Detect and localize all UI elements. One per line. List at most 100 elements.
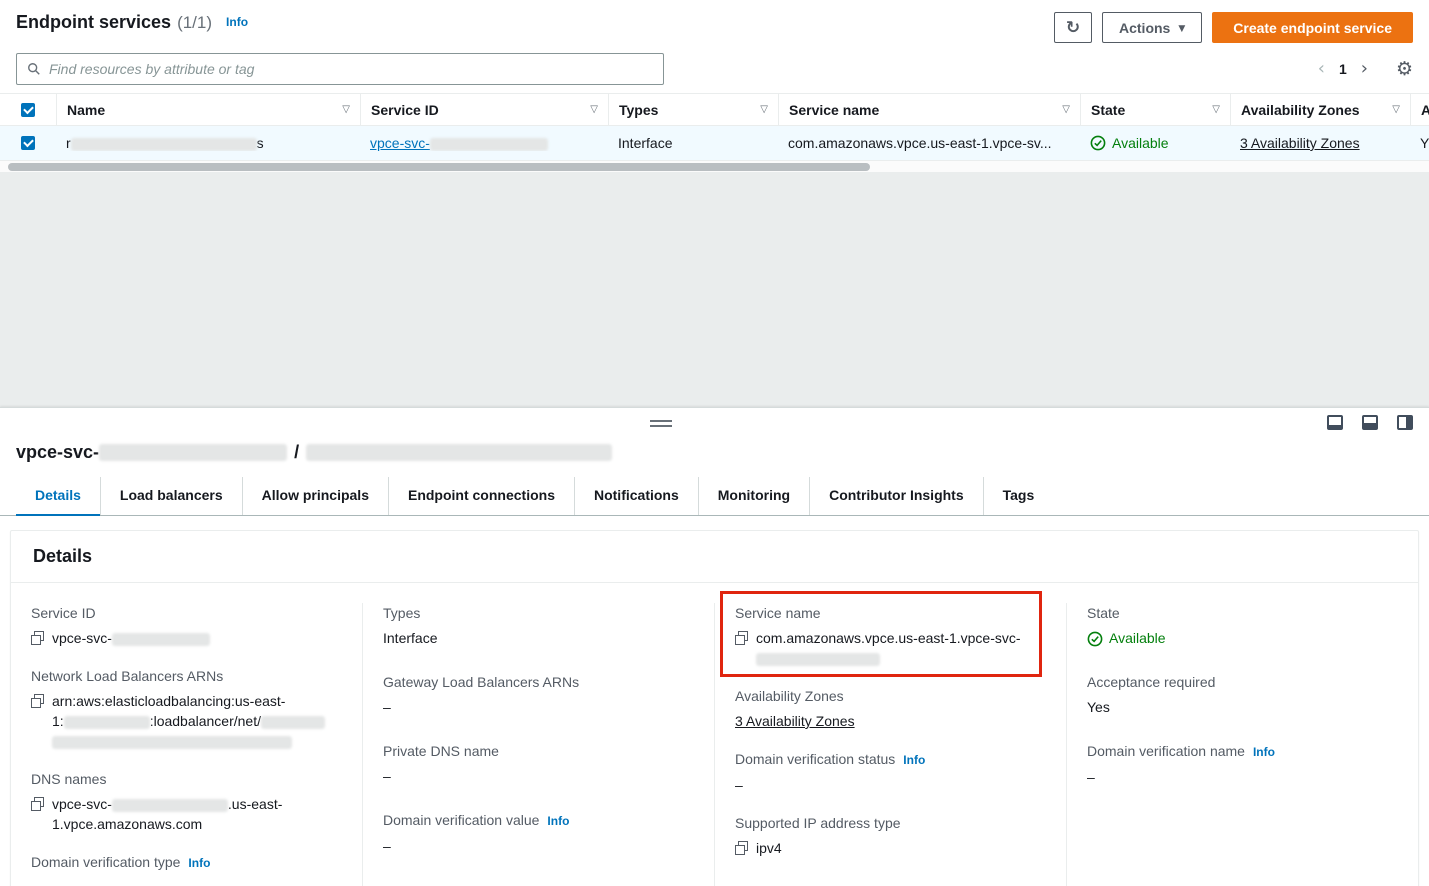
column-header-acceptance[interactable]: A [1410, 94, 1429, 125]
field-private-dns-name: Private DNS name – [383, 741, 694, 786]
scrollbar-thumb[interactable] [8, 163, 870, 171]
copy-icon[interactable] [31, 694, 44, 708]
actions-button[interactable]: Actions ▼ [1102, 12, 1202, 43]
toolbar: ↻ Actions ▼ Create endpoint service [1054, 12, 1413, 43]
search-input[interactable] [49, 61, 654, 77]
field-availability-zones: Availability Zones 3 Availability Zones [735, 686, 1046, 731]
field-service-name: Service name com.amazonaws.vpce.us-east-… [735, 603, 1046, 668]
redacted-text [71, 138, 257, 151]
info-link[interactable]: Info [226, 15, 248, 29]
search-icon [26, 62, 42, 76]
split-panel-header [0, 408, 1429, 440]
cell-service-name: com.amazonaws.vpce.us-east-1.vpce-sv... [778, 135, 1080, 151]
chevron-down-icon: ▼ [1178, 24, 1185, 34]
field-domain-verification-status: Domain verification statusInfo – [735, 749, 1046, 795]
service-id-link[interactable]: vpce-svc- [370, 135, 548, 151]
filter-icon[interactable]: ▽ [590, 104, 598, 115]
column-header-availability-zones[interactable]: Availability Zones▽ [1230, 94, 1410, 125]
detail-split-panel: vpce-svc- / Details Load balancers Allow… [0, 407, 1429, 886]
horizontal-scrollbar[interactable] [0, 161, 1429, 173]
refresh-icon: ↻ [1066, 18, 1080, 38]
cell-service-id: vpce-svc- [360, 135, 608, 151]
tab-load-balancers[interactable]: Load balancers [100, 477, 242, 515]
column-header-service-name[interactable]: Service name▽ [778, 94, 1080, 125]
info-link[interactable]: Info [1253, 745, 1275, 759]
endpoint-services-list-section: Endpoint services (1/1) Info ↻ Actions ▼… [0, 0, 1429, 173]
details-card-title: Details [11, 531, 1418, 583]
pagination: ‹ 1 › ⚙ [1318, 58, 1413, 80]
table-row[interactable]: rs vpce-svc- Interface com.amazonaws.vpc… [0, 126, 1429, 161]
filter-icon[interactable]: ▽ [1062, 104, 1070, 115]
tab-monitoring[interactable]: Monitoring [698, 477, 809, 515]
details-column-3: Service name com.amazonaws.vpce.us-east-… [714, 603, 1066, 886]
detail-tabs: Details Load balancers Allow principals … [0, 477, 1429, 516]
settings-gear-icon[interactable]: ⚙ [1396, 58, 1413, 80]
actions-button-label: Actions [1119, 20, 1170, 36]
cell-availability-zones: 3 Availability Zones [1230, 135, 1410, 151]
column-header-types[interactable]: Types▽ [608, 94, 778, 125]
panel-position-bottom-half-icon[interactable] [1362, 415, 1378, 430]
tab-tags[interactable]: Tags [983, 477, 1054, 515]
column-header-state[interactable]: State▽ [1080, 94, 1230, 125]
field-domain-verification-name: Domain verification nameInfo – [1087, 741, 1398, 787]
field-glb-arns: Gateway Load Balancers ARNs – [383, 672, 694, 717]
details-column-1: Service ID vpce-svc- Network Load Balanc… [11, 603, 362, 886]
field-service-id: Service ID vpce-svc- [31, 603, 342, 648]
field-domain-verification-value: Domain verification valueInfo – [383, 810, 694, 856]
redacted-text [306, 444, 612, 461]
search-box[interactable] [16, 53, 664, 85]
redacted-text [112, 799, 228, 812]
details-column-4: State Available Acceptance required [1066, 603, 1418, 886]
refresh-button[interactable]: ↻ [1054, 12, 1092, 43]
copy-icon[interactable] [735, 841, 748, 855]
redacted-text [430, 138, 548, 151]
tab-allow-principals[interactable]: Allow principals [242, 477, 388, 515]
field-state: State Available [1087, 603, 1398, 648]
info-link[interactable]: Info [188, 856, 210, 870]
filter-icon[interactable]: ▽ [1392, 104, 1400, 115]
page-title: Endpoint services (1/1) Info [16, 12, 248, 33]
info-link[interactable]: Info [547, 814, 569, 828]
copy-icon[interactable] [31, 797, 44, 811]
create-endpoint-service-button[interactable]: Create endpoint service [1212, 12, 1413, 43]
panel-position-bottom-icon[interactable] [1327, 415, 1343, 430]
copy-icon[interactable] [735, 631, 748, 645]
field-nlb-arns: Network Load Balancers ARNs arn:aws:elas… [31, 666, 342, 751]
check-circle-icon [1090, 135, 1106, 151]
tab-notifications[interactable]: Notifications [574, 477, 698, 515]
next-page-icon[interactable]: › [1361, 60, 1368, 78]
panel-position-side-icon[interactable] [1397, 415, 1413, 430]
previous-page-icon[interactable]: ‹ [1318, 60, 1325, 78]
split-panel-drag-handle[interactable] [650, 420, 672, 427]
field-types: Types Interface [383, 603, 694, 648]
redacted-text [99, 444, 287, 461]
resource-count: (1/1) [177, 13, 212, 33]
tab-contributor-insights[interactable]: Contributor Insights [809, 477, 983, 515]
row-select-cell [0, 136, 56, 150]
page-header: Endpoint services (1/1) Info ↻ Actions ▼… [0, 0, 1429, 51]
filter-icon[interactable]: ▽ [1212, 104, 1220, 115]
redacted-text [112, 633, 210, 646]
info-link[interactable]: Info [903, 753, 925, 767]
redacted-text [756, 653, 880, 666]
current-page[interactable]: 1 [1339, 61, 1347, 77]
select-all-checkbox[interactable] [21, 103, 35, 117]
row-checkbox[interactable] [21, 136, 35, 150]
tab-endpoint-connections[interactable]: Endpoint connections [388, 477, 574, 515]
field-domain-verification-type: Domain verification typeInfo – [31, 852, 342, 886]
availability-zones-link[interactable]: 3 Availability Zones [1240, 135, 1360, 151]
filter-icon[interactable]: ▽ [342, 104, 350, 115]
tab-details[interactable]: Details [16, 477, 100, 516]
field-dns-names: DNS names vpce-svc-.us-east- 1.vpce.amaz… [31, 769, 342, 834]
filter-icon[interactable]: ▽ [760, 104, 768, 115]
redacted-text [261, 716, 325, 729]
cell-acceptance: Y [1410, 135, 1429, 151]
copy-icon[interactable] [31, 631, 44, 645]
availability-zones-link[interactable]: 3 Availability Zones [735, 713, 855, 729]
page-title-text: Endpoint services [16, 12, 171, 33]
table-header-row: Name▽ Service ID▽ Types▽ Service name▽ S… [0, 93, 1429, 126]
cell-state: Available [1080, 135, 1230, 151]
panel-layout-controls [1327, 415, 1413, 430]
column-header-service-id[interactable]: Service ID▽ [360, 94, 608, 125]
column-header-name[interactable]: Name▽ [56, 94, 360, 125]
